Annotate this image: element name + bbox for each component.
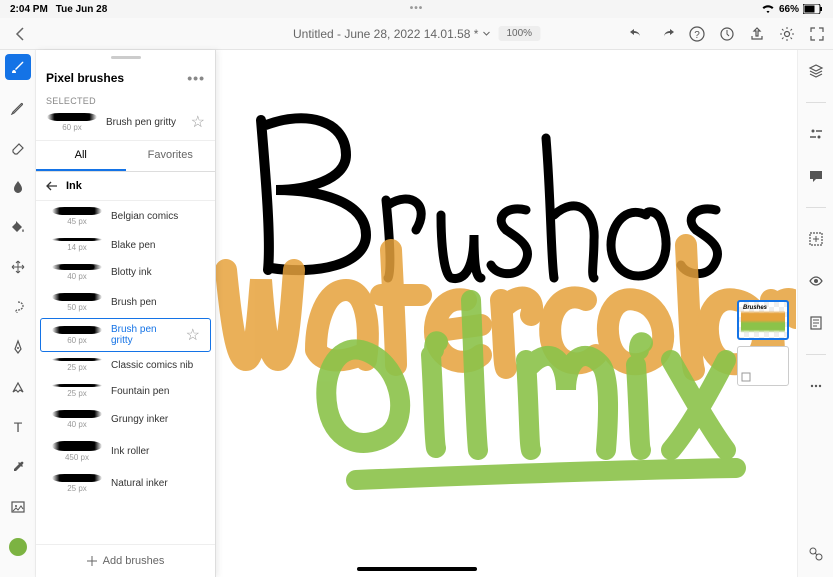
zoom-level[interactable]: 100%: [498, 26, 540, 41]
lasso-tool[interactable]: [5, 294, 31, 320]
brush-item[interactable]: 14 pxBlake pen: [40, 232, 211, 258]
battery-icon: [803, 4, 823, 14]
add-icon[interactable]: [803, 226, 829, 252]
wifi-icon: [761, 4, 775, 14]
chevron-down-icon: [482, 31, 490, 36]
right-toolbar: [797, 50, 833, 577]
text-tool[interactable]: T: [5, 414, 31, 440]
battery-pct: 66%: [779, 4, 799, 15]
pen-tool[interactable]: [5, 334, 31, 360]
status-time: 2:04 PM: [10, 4, 48, 15]
eraser-tool[interactable]: [5, 134, 31, 160]
multitask-dots[interactable]: •••: [410, 3, 424, 14]
top-bar: Untitled - June 28, 2022 14.01.58 * 100%…: [0, 18, 833, 50]
undo-icon[interactable]: [629, 26, 645, 42]
brush-category-back[interactable]: Ink: [36, 172, 215, 201]
brush-panel: Pixel brushes ••• SELECTED 60 px Brush p…: [36, 50, 216, 577]
brush-item[interactable]: 50 pxBrush pen: [40, 287, 211, 318]
add-brushes-button[interactable]: Add brushes: [36, 544, 215, 577]
document-title: Untitled - June 28, 2022 14.01.58 *: [293, 27, 478, 41]
fill-tool[interactable]: [5, 214, 31, 240]
panel-drag-handle[interactable]: [36, 50, 215, 64]
comments-icon[interactable]: [803, 163, 829, 189]
plus-icon: [87, 556, 97, 566]
favorite-star-icon[interactable]: ☆: [191, 112, 205, 132]
panel-more-button[interactable]: •••: [187, 70, 205, 86]
tab-favorites[interactable]: Favorites: [126, 141, 216, 171]
brush-item[interactable]: 25 pxClassic comics nib: [40, 352, 211, 378]
shape-tool[interactable]: [5, 374, 31, 400]
share-icon[interactable]: [749, 26, 765, 42]
brush-item[interactable]: 40 pxGrungy inker: [40, 404, 211, 435]
image-tool[interactable]: [5, 494, 31, 520]
brush-list[interactable]: 45 pxBelgian comics 14 pxBlake pen 40 px…: [36, 201, 215, 544]
arrow-left-icon: [46, 181, 58, 191]
history-icon[interactable]: [803, 310, 829, 336]
settings-icon[interactable]: [779, 26, 795, 42]
pixel-brush-tool[interactable]: [5, 54, 31, 80]
favorite-star-icon[interactable]: ☆: [186, 325, 200, 345]
panel-title: Pixel brushes: [46, 71, 124, 85]
redo-icon[interactable]: [659, 26, 675, 42]
layer-thumbnails: Brushes: [737, 300, 789, 386]
more-icon[interactable]: [803, 373, 829, 399]
help-icon[interactable]: ?: [689, 26, 705, 42]
properties-icon[interactable]: [803, 121, 829, 147]
svg-text:?: ?: [694, 30, 700, 41]
layers-panel-icon[interactable]: [803, 58, 829, 84]
eyedropper-tool[interactable]: [5, 454, 31, 480]
brush-item[interactable]: 45 pxBelgian comics: [40, 201, 211, 232]
canvas-artwork: [226, 118, 796, 480]
transform-tool[interactable]: [5, 254, 31, 280]
status-date: Tue Jun 28: [56, 4, 108, 15]
tab-all[interactable]: All: [36, 141, 126, 171]
layer-thumb-2[interactable]: [737, 346, 789, 386]
brush-item[interactable]: 25 pxFountain pen: [40, 378, 211, 404]
document-title-dropdown[interactable]: Untitled - June 28, 2022 14.01.58 *: [293, 27, 490, 41]
brush-stroke-preview: [47, 113, 97, 121]
canvas[interactable]: [216, 50, 797, 577]
left-toolbar: T: [0, 50, 36, 577]
brush-item[interactable]: 25 pxNatural inker: [40, 468, 211, 499]
selected-brush: 60 px Brush pen gritty ☆: [36, 108, 215, 140]
vector-brush-tool[interactable]: [5, 94, 31, 120]
brush-item[interactable]: 450 pxInk roller: [40, 435, 211, 468]
cloud-sync-icon[interactable]: [719, 26, 735, 42]
brush-item-selected[interactable]: 60 pxBrush pen gritty☆: [40, 318, 211, 352]
color-swatch[interactable]: [9, 538, 27, 556]
layer-thumb-1[interactable]: Brushes: [737, 300, 789, 340]
brush-item[interactable]: 40 pxBlotty ink: [40, 258, 211, 287]
svg-text:T: T: [13, 419, 22, 435]
visibility-icon[interactable]: [803, 268, 829, 294]
smudge-tool[interactable]: [5, 174, 31, 200]
fullscreen-icon[interactable]: [809, 26, 825, 42]
status-bar: 2:04 PM Tue Jun 28 ••• 66%: [0, 0, 833, 18]
precision-icon[interactable]: [803, 541, 829, 567]
selected-section-label: SELECTED: [36, 92, 215, 108]
back-button[interactable]: [8, 22, 32, 46]
home-indicator[interactable]: [357, 567, 477, 571]
